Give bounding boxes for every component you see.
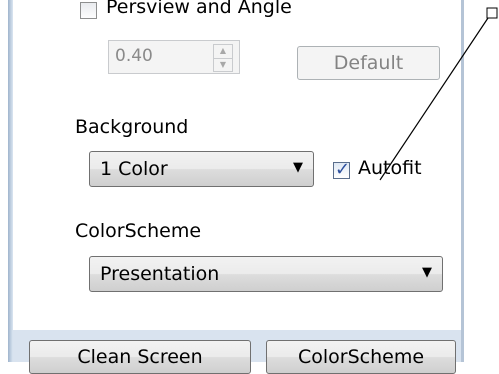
angle-spinner[interactable]: 0.40 ▲ ▼ bbox=[108, 40, 240, 74]
spinner-divider bbox=[214, 58, 232, 59]
colorscheme-selected: Presentation bbox=[100, 263, 220, 285]
chevron-down-icon: ▼ bbox=[422, 265, 432, 280]
default-button[interactable]: Default bbox=[297, 46, 440, 80]
clean-screen-button[interactable]: Clean Screen bbox=[29, 340, 251, 374]
spinner-buttons[interactable]: ▲ ▼ bbox=[213, 44, 233, 72]
colorscheme-label: ColorScheme bbox=[75, 220, 202, 242]
background-selected: 1 Color bbox=[100, 158, 168, 180]
triangle-up-icon[interactable]: ▲ bbox=[214, 46, 232, 55]
colorscheme-button[interactable]: ColorScheme bbox=[266, 340, 456, 374]
colorscheme-dropdown[interactable]: Presentation ▼ bbox=[89, 256, 443, 292]
autofit-checkbox[interactable]: ✓ bbox=[333, 159, 351, 180]
background-dropdown[interactable]: 1 Color ▼ bbox=[89, 151, 314, 187]
angle-value: 0.40 bbox=[115, 46, 153, 66]
check-icon: ✓ bbox=[334, 159, 351, 180]
default-button-label: Default bbox=[333, 52, 404, 74]
perspective-label: Persview and Angle bbox=[106, 0, 292, 18]
chevron-down-icon: ▼ bbox=[293, 160, 303, 175]
perspective-checkbox[interactable] bbox=[80, 2, 97, 19]
autofit-label: Autofit bbox=[358, 157, 422, 179]
clean-screen-label: Clean Screen bbox=[77, 346, 203, 368]
background-label: Background bbox=[75, 116, 189, 138]
triangle-down-icon[interactable]: ▼ bbox=[214, 60, 232, 69]
colorscheme-button-label: ColorScheme bbox=[297, 346, 425, 368]
